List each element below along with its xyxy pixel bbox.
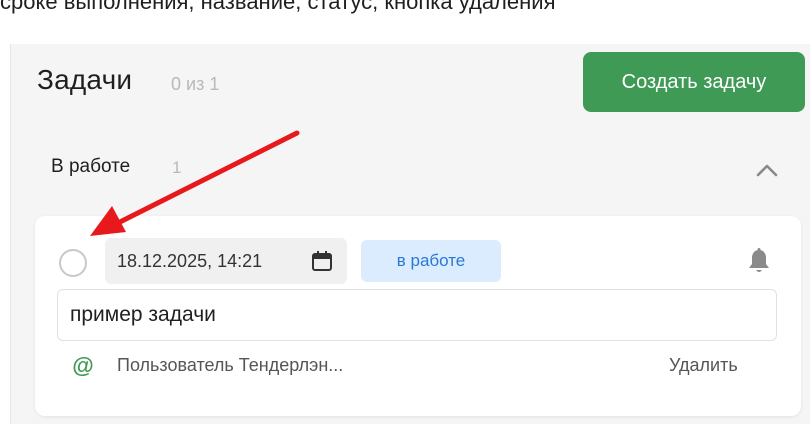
task-name-input[interactable] [57,289,777,341]
tasks-panel: Задачи 0 из 1 Создать задачу В работе 1 … [10,44,810,424]
at-icon: @ [72,353,94,378]
tasks-count: 0 из 1 [171,74,220,94]
calendar-icon[interactable] [311,250,333,272]
page-title: Задачи [37,64,133,95]
bell-icon[interactable] [747,247,771,275]
screenshot-caption: сроке выполнения, название, статус, кноп… [0,0,556,14]
create-task-button[interactable]: Создать задачу [583,52,805,112]
delete-task-button[interactable]: Удалить [669,355,738,376]
chevron-up-icon[interactable] [753,159,781,181]
assignee-link[interactable]: Пользователь Тендерлэн... [117,355,343,376]
group-count: 1 [172,158,182,177]
status-badge[interactable]: в работе [361,240,501,282]
due-date-value: 18.12.2025, 14:21 [117,250,263,271]
task-complete-checkbox[interactable] [59,249,87,277]
group-title: В работе [51,156,131,177]
due-date-field[interactable]: 18.12.2025, 14:21 [105,238,347,284]
task-card: 18.12.2025, 14:21 в работе @ Пользовател… [35,216,801,416]
